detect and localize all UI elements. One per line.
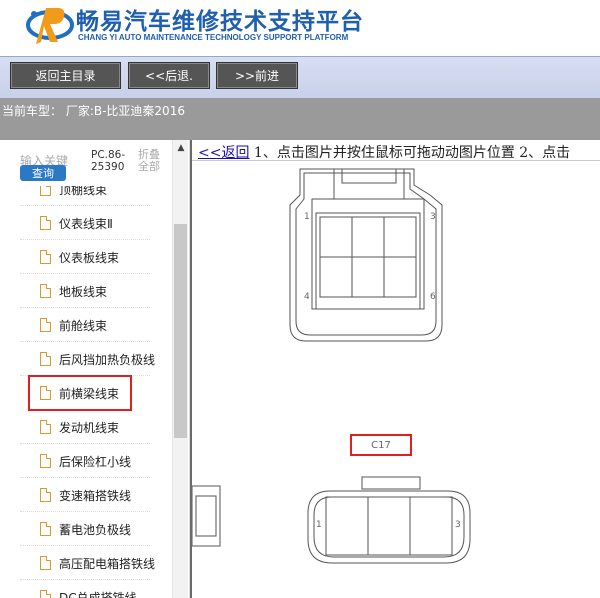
tree-item-label: 仪表线束Ⅱ xyxy=(59,217,113,231)
document-icon xyxy=(40,522,51,536)
document-icon xyxy=(40,250,51,264)
connector-bottom-latch xyxy=(361,476,421,490)
search-button[interactable]: 查询 xyxy=(20,165,66,181)
tree-item-label: 前舱线束 xyxy=(59,319,108,333)
connector-bottom-pin xyxy=(367,496,411,556)
logo-icon xyxy=(26,8,74,44)
tree-item-label: 前横梁线束 xyxy=(59,387,120,401)
search-row: 输入关键 查询 PC.86-25390 折叠全部 xyxy=(0,140,172,186)
connector-top-pin xyxy=(383,216,417,258)
tree-item-label: 仪表板线束 xyxy=(59,251,120,265)
tree-item-label: 后风挡加热负极线 xyxy=(59,353,156,367)
tree-item[interactable]: 变速箱搭铁线 xyxy=(20,478,150,512)
pin-label: 1 xyxy=(304,212,310,222)
tree-item[interactable]: 后保险杠小线 xyxy=(20,444,150,478)
pin-label: 3 xyxy=(455,520,461,530)
tree-item[interactable]: 蓄电池负极线 xyxy=(20,512,150,546)
tree-item[interactable]: 顶棚线束 xyxy=(20,186,150,206)
forward-button[interactable]: >>前进 xyxy=(216,62,298,89)
site-title: 畅易汽车维修技术支持平台 xyxy=(76,9,364,35)
document-icon xyxy=(40,284,51,298)
connector-top-pin xyxy=(351,216,385,258)
tree-item[interactable]: 前舱线束 xyxy=(20,308,150,342)
connector-bottom-pin xyxy=(325,496,369,556)
scroll-thumb[interactable] xyxy=(174,224,187,438)
pin-label: 3 xyxy=(430,212,436,222)
tree-item[interactable]: 仪表板线束 xyxy=(20,240,150,274)
vehicle-bar: 当前车型： 厂家:B-比亚迪秦2016 xyxy=(0,98,600,140)
tree-item-label: 发动机线束 xyxy=(59,421,120,435)
instruction-text: 1、点击图片并按住鼠标可拖动动图片位置 2、点击 xyxy=(249,145,571,161)
collapse-all-link[interactable]: 折叠全部 xyxy=(138,149,164,173)
tree-item-label: 地板线束 xyxy=(59,285,108,299)
instruction-line: <<返回 1、点击图片并按住鼠标可拖动动图片位置 2、点击 xyxy=(198,142,570,162)
site-subtitle: CHANG YI AUTO MAINTENANCE TECHNOLOGY SUP… xyxy=(78,33,349,42)
home-button[interactable]: 返回主目录 xyxy=(10,62,121,89)
document-icon xyxy=(40,488,51,502)
tree-item[interactable]: 高压配电箱搭铁线 xyxy=(20,546,155,580)
connector-top-outline xyxy=(289,168,443,342)
connector-bottom-outline xyxy=(307,490,471,564)
sidebar: 输入关键 查询 PC.86-25390 折叠全部 顶棚线束仪表线束Ⅱ 仪表板线束地… xyxy=(0,140,190,598)
connector-bottom-pin xyxy=(409,496,453,556)
document-icon xyxy=(40,420,51,434)
pin-label: 4 xyxy=(304,292,310,302)
tree-item[interactable]: DC总成搭铁线 xyxy=(20,580,150,598)
connector-diagram[interactable]: 1 4 3 6 1 3 xyxy=(192,161,600,598)
pin-label: 6 xyxy=(430,292,436,302)
document-icon xyxy=(40,318,51,332)
tree-item[interactable]: 发动机线束 xyxy=(20,410,150,444)
connector-top-pin xyxy=(319,256,353,298)
tree-item[interactable]: 后风挡加热负极线 xyxy=(20,342,155,376)
tree-item[interactable]: 仪表线束Ⅱ xyxy=(20,206,150,240)
connector-id-label: C17 xyxy=(350,434,412,456)
header: 畅易汽车维修技术支持平台 CHANG YI AUTO MAINTENANCE T… xyxy=(0,0,600,56)
scrollbar[interactable]: ▲ xyxy=(172,140,188,598)
tree-item-label: 高压配电箱搭铁线 xyxy=(59,557,156,571)
back-link[interactable]: <<返回 xyxy=(198,145,249,161)
pin-label: 1 xyxy=(316,520,322,530)
document-icon xyxy=(40,590,51,598)
diagram-panel: <<返回 1、点击图片并按住鼠标可拖动动图片位置 2、点击 1 4 3 6 1 … xyxy=(190,140,600,598)
tree-item-label: 蓄电池负极线 xyxy=(59,523,132,537)
connector-top-pin xyxy=(351,256,385,298)
document-icon xyxy=(40,186,51,196)
document-icon xyxy=(40,386,51,400)
tree-item[interactable]: 地板线束 xyxy=(20,274,150,308)
connector-top-pin xyxy=(383,256,417,298)
tree-item-label: 顶棚线束 xyxy=(59,186,108,197)
tree-item[interactable]: 前横梁线束 xyxy=(28,375,132,411)
toolbar: 返回主目录 <<后退. >>前进 xyxy=(0,56,600,98)
document-icon xyxy=(40,352,51,366)
tree: 顶棚线束仪表线束Ⅱ 仪表板线束地板线束前舱线束后风挡加热负极线 前横梁线束发动机线束… xyxy=(0,186,172,598)
tree-item-label: 后保险杠小线 xyxy=(59,455,132,469)
document-icon xyxy=(40,216,51,230)
tree-item-label: DC总成搭铁线 xyxy=(59,591,137,598)
vehicle-label: 当前车型： 厂家:B-比亚迪秦2016 xyxy=(2,104,185,118)
connector-top-pin xyxy=(319,216,353,258)
tree-item-label: 变速箱搭铁线 xyxy=(59,489,132,503)
scroll-up-arrow-icon[interactable]: ▲ xyxy=(173,140,189,156)
document-icon xyxy=(40,454,51,468)
back-button[interactable]: <<后退. xyxy=(128,62,210,89)
document-icon xyxy=(40,556,51,570)
pc-code: PC.86-25390 xyxy=(91,149,126,173)
